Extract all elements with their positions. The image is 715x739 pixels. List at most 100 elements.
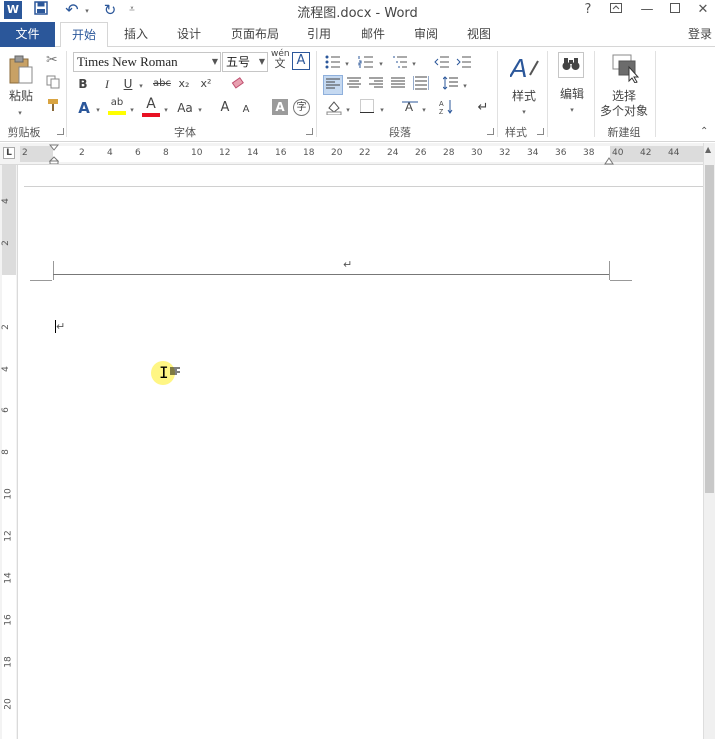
font-size-combo[interactable]: 五号 ▼ — [222, 52, 268, 72]
select-objects-label2[interactable]: 多个对象 — [598, 102, 650, 120]
align-right-icon[interactable] — [369, 77, 383, 91]
vruler-tick-label: 6 — [0, 407, 11, 413]
vertical-scrollbar[interactable]: ▲ — [703, 143, 715, 739]
shading-dropdown-icon[interactable]: ▾ — [344, 99, 352, 119]
tab-home[interactable]: 开始 — [60, 22, 108, 48]
italic-button[interactable]: I — [100, 75, 114, 93]
title-bar: W ↶ ▾ ↻ ⩡ 流程图.docx - Word ? — ✕ — [0, 0, 715, 21]
highlight-icon[interactable]: ab — [108, 97, 126, 115]
scrollbar-thumb[interactable] — [705, 165, 714, 493]
multilevel-dropdown-icon[interactable]: ▾ — [410, 53, 418, 73]
login-link[interactable]: 登录 — [685, 22, 715, 47]
decrease-indent-icon[interactable] — [434, 55, 450, 71]
bullets-dropdown-icon[interactable]: ▾ — [343, 53, 351, 73]
tab-references[interactable]: 引用 — [298, 22, 340, 47]
tab-insert[interactable]: 插入 — [115, 22, 157, 47]
font-name-combo[interactable]: Times New Roman ▼ — [73, 52, 221, 72]
change-case-button[interactable]: Aa — [176, 99, 194, 117]
styles-dropdown-icon[interactable]: ▾ — [518, 101, 530, 121]
find-binoculars-icon[interactable] — [558, 52, 584, 78]
increase-indent-icon[interactable] — [456, 55, 472, 71]
text-effects-icon[interactable]: A — [76, 99, 92, 117]
maximize-button[interactable] — [664, 0, 686, 20]
scroll-up-icon[interactable]: ▲ — [705, 145, 711, 154]
text-effects-dropdown-icon[interactable]: ▾ — [94, 99, 102, 119]
borders-dropdown-icon[interactable]: ▾ — [378, 99, 386, 119]
multilevel-list-icon[interactable] — [392, 55, 408, 71]
help-button[interactable]: ? — [577, 0, 599, 20]
align-left-icon[interactable] — [323, 75, 343, 95]
font-color-dropdown-icon[interactable]: ▾ — [162, 99, 170, 119]
ruler-tick-label: 30 — [471, 148, 483, 158]
strikethrough-button[interactable]: abc — [150, 75, 174, 93]
vertical-ruler[interactable]: 4 2 2 4 6 8 10 12 14 16 18 20 — [0, 165, 18, 739]
clipboard-launcher-icon[interactable] — [57, 128, 64, 135]
copy-icon[interactable] — [46, 75, 60, 91]
superscript-button[interactable]: x² — [198, 75, 214, 93]
chevron-down-icon: ▼ — [211, 57, 218, 66]
document-page[interactable]: ↵ ↵ I — [20, 165, 703, 739]
sort-icon[interactable]: AZ — [439, 99, 455, 117]
tab-mailings[interactable]: 邮件 — [352, 22, 394, 47]
character-shading-button[interactable]: A — [272, 99, 288, 115]
justify-icon[interactable] — [391, 77, 405, 91]
phonetic-guide-button[interactable]: wén 文 — [271, 49, 290, 70]
highlight-dropdown-icon[interactable]: ▾ — [128, 99, 136, 119]
ruler-tick-label: 26 — [415, 148, 427, 158]
cut-icon[interactable]: ✂ — [46, 53, 58, 67]
chinese-layout-dropdown-icon[interactable]: ▾ — [420, 99, 428, 119]
clear-formatting-icon[interactable] — [231, 77, 245, 93]
first-line-indent-marker[interactable] — [48, 144, 60, 167]
tab-design[interactable]: 设计 — [168, 22, 210, 47]
enclose-characters-button[interactable]: 字 — [293, 99, 310, 116]
line-spacing-icon[interactable] — [442, 76, 459, 92]
ribbon-tabs: 文件 开始 插入 设计 页面布局 引用 邮件 审阅 视图 登录 — [0, 22, 715, 48]
paragraph-launcher-icon[interactable] — [487, 128, 494, 135]
styles-launcher-icon[interactable] — [537, 128, 544, 135]
change-case-dropdown-icon[interactable]: ▾ — [196, 99, 204, 119]
underline-button[interactable]: U — [121, 75, 135, 93]
shading-icon[interactable] — [326, 99, 342, 117]
tab-page-layout[interactable]: 页面布局 — [224, 22, 286, 47]
underline-dropdown-icon[interactable]: ▾ — [137, 75, 145, 95]
ribbon: 粘贴 ▾ ✂ 剪贴板 Times New Roman ▼ 五号 ▼ wén 文 … — [0, 47, 715, 142]
ruler-tick-label: 16 — [275, 148, 287, 158]
format-painter-icon[interactable] — [46, 98, 60, 114]
i-beam-cursor-icon: I — [159, 363, 169, 382]
font-color-icon[interactable]: A — [142, 97, 160, 117]
font-group-label: 字体 — [174, 126, 196, 139]
styles-icon[interactable]: A — [508, 53, 540, 85]
align-center-icon[interactable] — [347, 77, 361, 91]
paste-icon[interactable] — [8, 55, 34, 87]
tab-review[interactable]: 审阅 — [405, 22, 447, 47]
select-objects-icon[interactable] — [611, 53, 641, 85]
editing-dropdown-icon[interactable]: ▾ — [566, 99, 578, 119]
paste-dropdown-icon[interactable]: ▾ — [13, 102, 27, 122]
subscript-button[interactable]: x₂ — [176, 75, 192, 93]
close-button[interactable]: ✕ — [692, 0, 714, 20]
borders-icon[interactable] — [360, 99, 374, 115]
shrink-font-button[interactable]: A — [240, 101, 252, 119]
numbering-icon[interactable] — [358, 55, 374, 71]
numbering-dropdown-icon[interactable]: ▾ — [377, 53, 385, 73]
chevron-down-icon: ▼ — [258, 57, 265, 66]
character-border-button[interactable]: A — [292, 52, 310, 70]
font-launcher-icon[interactable] — [306, 128, 313, 135]
bold-button[interactable]: B — [76, 75, 90, 93]
bullets-icon[interactable] — [325, 55, 341, 71]
line-spacing-dropdown-icon[interactable]: ▾ — [461, 75, 469, 95]
vruler-tick-label: 2 — [0, 240, 11, 246]
body-paragraph-mark: ↵ — [56, 320, 66, 333]
minimize-button[interactable]: — — [636, 0, 658, 20]
ribbon-display-options-icon[interactable] — [605, 0, 627, 20]
tab-file[interactable]: 文件 — [0, 22, 55, 47]
distributed-icon[interactable] — [412, 76, 430, 92]
collapse-ribbon-icon[interactable]: ⌃ — [700, 127, 708, 137]
horizontal-ruler[interactable]: L 2 2 4 6 8 10 12 14 16 18 20 22 24 26 28 30 32 34 36 38 40 4… — [0, 143, 715, 165]
chinese-layout-icon[interactable]: A — [402, 99, 418, 115]
tab-selector[interactable]: L — [3, 147, 15, 159]
tab-view[interactable]: 视图 — [458, 22, 500, 47]
grow-font-button[interactable]: A — [218, 99, 232, 117]
show-marks-button[interactable]: ↵ — [476, 99, 490, 117]
header-paragraph-mark: ↵ — [343, 258, 353, 271]
